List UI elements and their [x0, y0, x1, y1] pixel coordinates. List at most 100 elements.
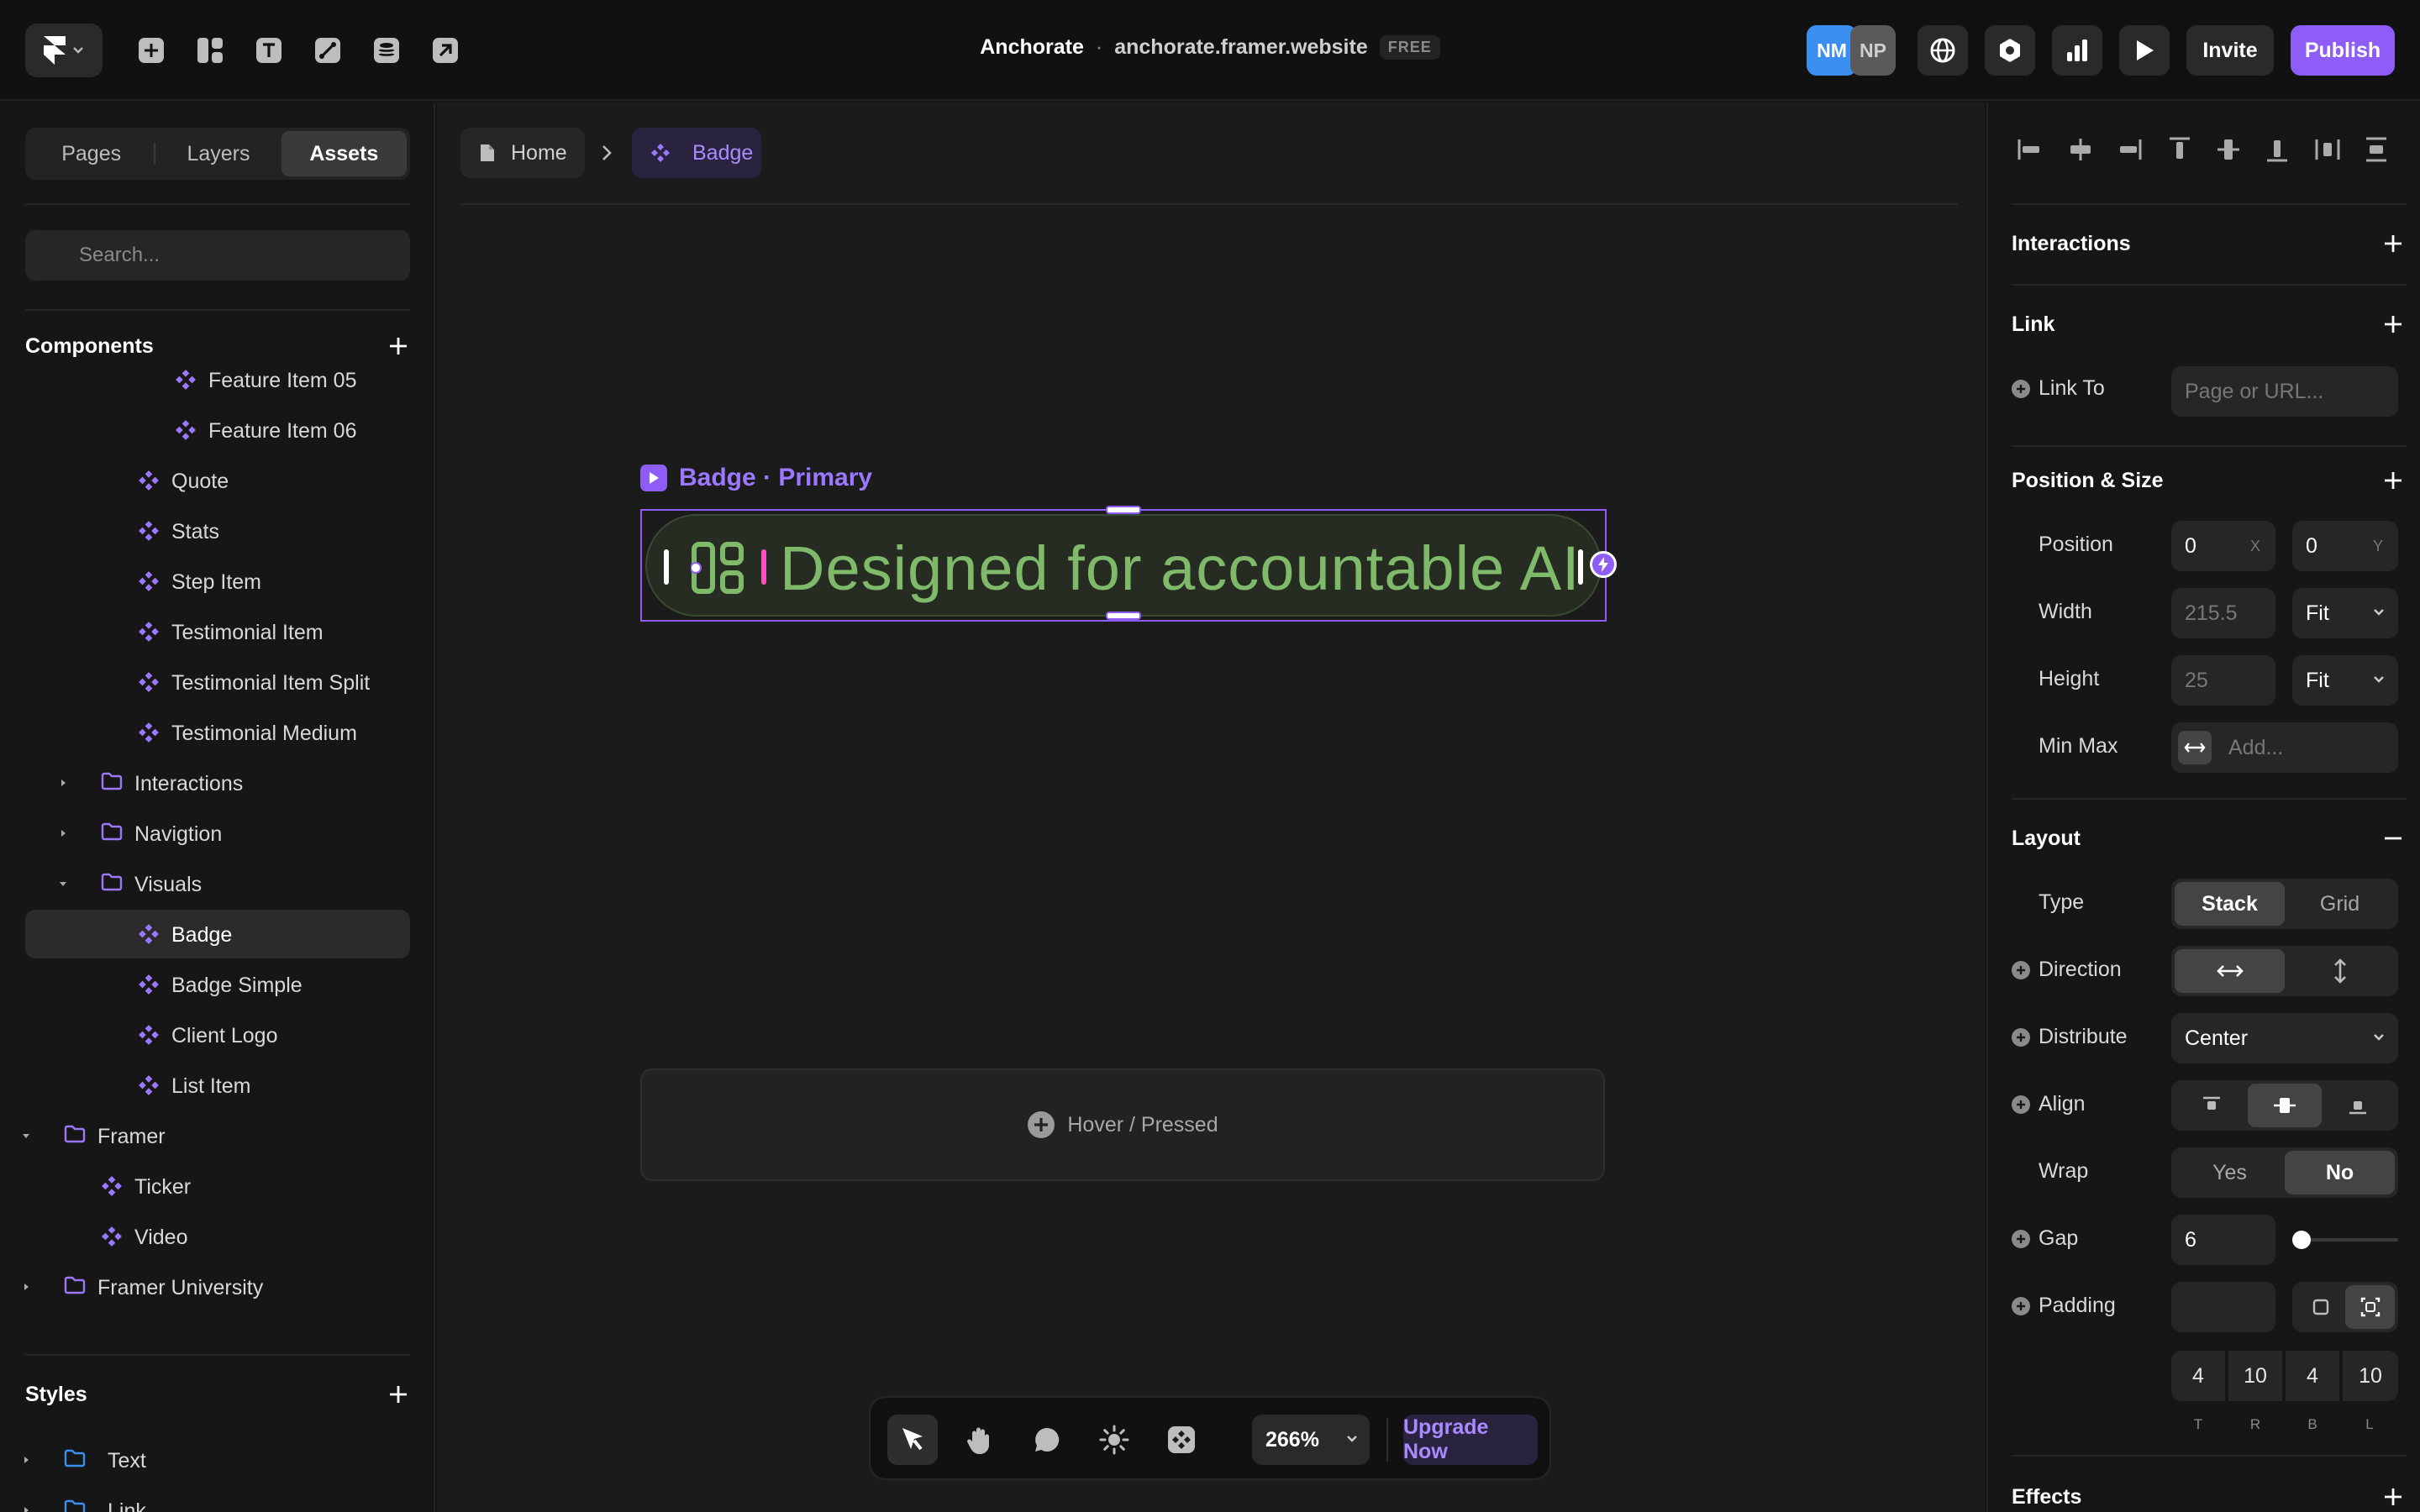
plugins-button[interactable] [1985, 25, 2035, 76]
caret-right-icon[interactable] [20, 1454, 32, 1466]
theme-toggle-button[interactable] [1089, 1415, 1139, 1465]
height-input[interactable]: 25 [2171, 655, 2275, 706]
height-mode-select[interactable]: Fit [2292, 655, 2398, 706]
tree-component[interactable]: Ticker [25, 1162, 410, 1210]
style-folder[interactable]: Link [24, 1486, 410, 1512]
align-end[interactable] [2322, 1084, 2395, 1127]
preview-button[interactable] [2119, 25, 2170, 76]
tree-component[interactable]: Testimonial Item Split [25, 658, 410, 706]
select-tool-button[interactable] [887, 1415, 938, 1465]
add-style-icon[interactable] [387, 1383, 410, 1406]
tree-component[interactable]: Testimonial Medium [25, 708, 410, 757]
badge-text[interactable]: Designed for accountable AI [780, 533, 1581, 604]
gap-slider[interactable] [2292, 1231, 2398, 1249]
tab-layers[interactable]: Layers [155, 131, 281, 176]
width-mode-select[interactable]: Fit [2292, 588, 2398, 638]
tree-folder[interactable]: Visuals [25, 859, 410, 908]
link-to-input[interactable]: Page or URL... [2171, 366, 2398, 417]
position-y-input[interactable]: 0 Y [2292, 521, 2398, 571]
publish-button[interactable]: Publish [2291, 25, 2395, 76]
tree-component[interactable]: Stats [25, 507, 410, 555]
distribute-horizontal-icon[interactable] [2312, 134, 2343, 165]
gap-plus-icon[interactable] [2012, 1230, 2030, 1248]
tree-component[interactable]: Video [25, 1212, 410, 1261]
tree-folder[interactable]: Framer University [24, 1263, 410, 1311]
align-left-icon[interactable] [2015, 134, 2045, 165]
link-to-plus-icon[interactable] [2012, 380, 2030, 398]
tree-component[interactable]: Badge [25, 910, 410, 958]
align-center-vertical-icon[interactable] [2213, 134, 2244, 165]
gap-slider-thumb[interactable] [2292, 1231, 2311, 1249]
align-right-icon[interactable] [2114, 134, 2144, 165]
project-name[interactable]: Anchorate [980, 35, 1084, 60]
collapse-layout-icon[interactable] [2381, 827, 2405, 850]
align-top-icon[interactable] [2165, 134, 2195, 165]
invite-button[interactable]: Invite [2186, 25, 2274, 76]
tree-component[interactable]: List Item [25, 1061, 410, 1110]
add-effect-icon[interactable] [2381, 1485, 2405, 1509]
align-start[interactable] [2175, 1084, 2248, 1127]
padding-right-input[interactable]: 10 [2228, 1351, 2282, 1401]
components-insert-button[interactable] [1156, 1415, 1207, 1465]
badge-pill[interactable]: Designed for accountable AI [645, 514, 1602, 617]
padding-uniform[interactable] [2296, 1285, 2345, 1329]
direction-horizontal[interactable] [2175, 949, 2285, 993]
tab-assets[interactable]: Assets [281, 131, 407, 176]
tree-folder[interactable]: Interactions [25, 759, 410, 807]
zoom-dropdown[interactable]: 266% [1252, 1415, 1370, 1465]
padding-handle-left[interactable] [664, 549, 669, 585]
analytics-button[interactable] [2052, 25, 2102, 76]
add-component-icon[interactable] [387, 334, 410, 358]
tab-pages[interactable]: Pages [29, 131, 154, 176]
add-variant-box[interactable]: Hover / Pressed [640, 1068, 1605, 1181]
add-position-icon[interactable] [2381, 469, 2405, 492]
caret-right-icon[interactable] [20, 1504, 32, 1512]
tree-component[interactable]: Testimonial Item [25, 607, 410, 656]
tree-component[interactable]: Feature Item 05 [25, 355, 410, 404]
interaction-handle[interactable] [1590, 551, 1617, 578]
selected-badge-frame[interactable]: Designed for accountable AI [640, 506, 1617, 622]
direction-plus-icon[interactable] [2012, 961, 2030, 979]
padding-individual[interactable] [2345, 1285, 2395, 1329]
caret-right-icon[interactable] [57, 777, 69, 789]
breadcrumb-badge[interactable]: Badge [632, 128, 761, 178]
layout-type-grid[interactable]: Grid [2285, 882, 2395, 926]
canvas[interactable]: Home Badge Badge · Primary Designed for … [437, 102, 1985, 1512]
upgrade-button[interactable]: Upgrade Now [1403, 1415, 1538, 1465]
resize-handle-top[interactable] [1106, 506, 1141, 514]
padding-bottom-input[interactable]: 4 [2286, 1351, 2339, 1401]
caret-down-icon[interactable] [57, 878, 69, 890]
tree-component[interactable]: Step Item [25, 557, 410, 606]
caret-right-icon[interactable] [20, 1281, 32, 1293]
align-bottom-icon[interactable] [2262, 134, 2292, 165]
tree-component[interactable]: Quote [25, 456, 410, 505]
padding-left-input[interactable]: 10 [2343, 1351, 2398, 1401]
gap-handle[interactable] [761, 549, 766, 585]
padding-input[interactable] [2171, 1282, 2275, 1332]
padding-handle-right[interactable] [1578, 549, 1583, 585]
distribute-select[interactable]: Center [2171, 1013, 2398, 1063]
width-input[interactable]: 215.5 [2171, 588, 2275, 638]
caret-down-icon[interactable] [20, 1130, 32, 1142]
padding-plus-icon[interactable] [2012, 1297, 2030, 1315]
align-center[interactable] [2248, 1084, 2322, 1127]
distribute-plus-icon[interactable] [2012, 1028, 2030, 1047]
layout-type-stack[interactable]: Stack [2175, 882, 2285, 926]
position-x-input[interactable]: 0 X [2171, 521, 2275, 571]
add-link-icon[interactable] [2381, 312, 2405, 336]
avatar-nm[interactable]: NM [1807, 25, 1857, 76]
tree-component[interactable]: Badge Simple [25, 960, 410, 1009]
add-interaction-icon[interactable] [2381, 232, 2405, 255]
wrap-yes[interactable]: Yes [2175, 1151, 2285, 1194]
comment-tool-button[interactable] [1022, 1415, 1072, 1465]
tree-component[interactable]: Client Logo [25, 1011, 410, 1059]
resize-handle-bottom[interactable] [1106, 612, 1141, 620]
avatar-np[interactable]: NP [1850, 25, 1896, 76]
min-max-input[interactable]: Add... [2171, 722, 2398, 773]
wrap-no[interactable]: No [2285, 1151, 2395, 1194]
distribute-vertical-icon[interactable] [2361, 134, 2391, 165]
gap-input[interactable]: 6 [2171, 1215, 2275, 1265]
align-plus-icon[interactable] [2012, 1095, 2030, 1114]
site-url[interactable]: anchorate.framer.website [1114, 35, 1368, 60]
search-input[interactable]: Search... [25, 230, 410, 281]
